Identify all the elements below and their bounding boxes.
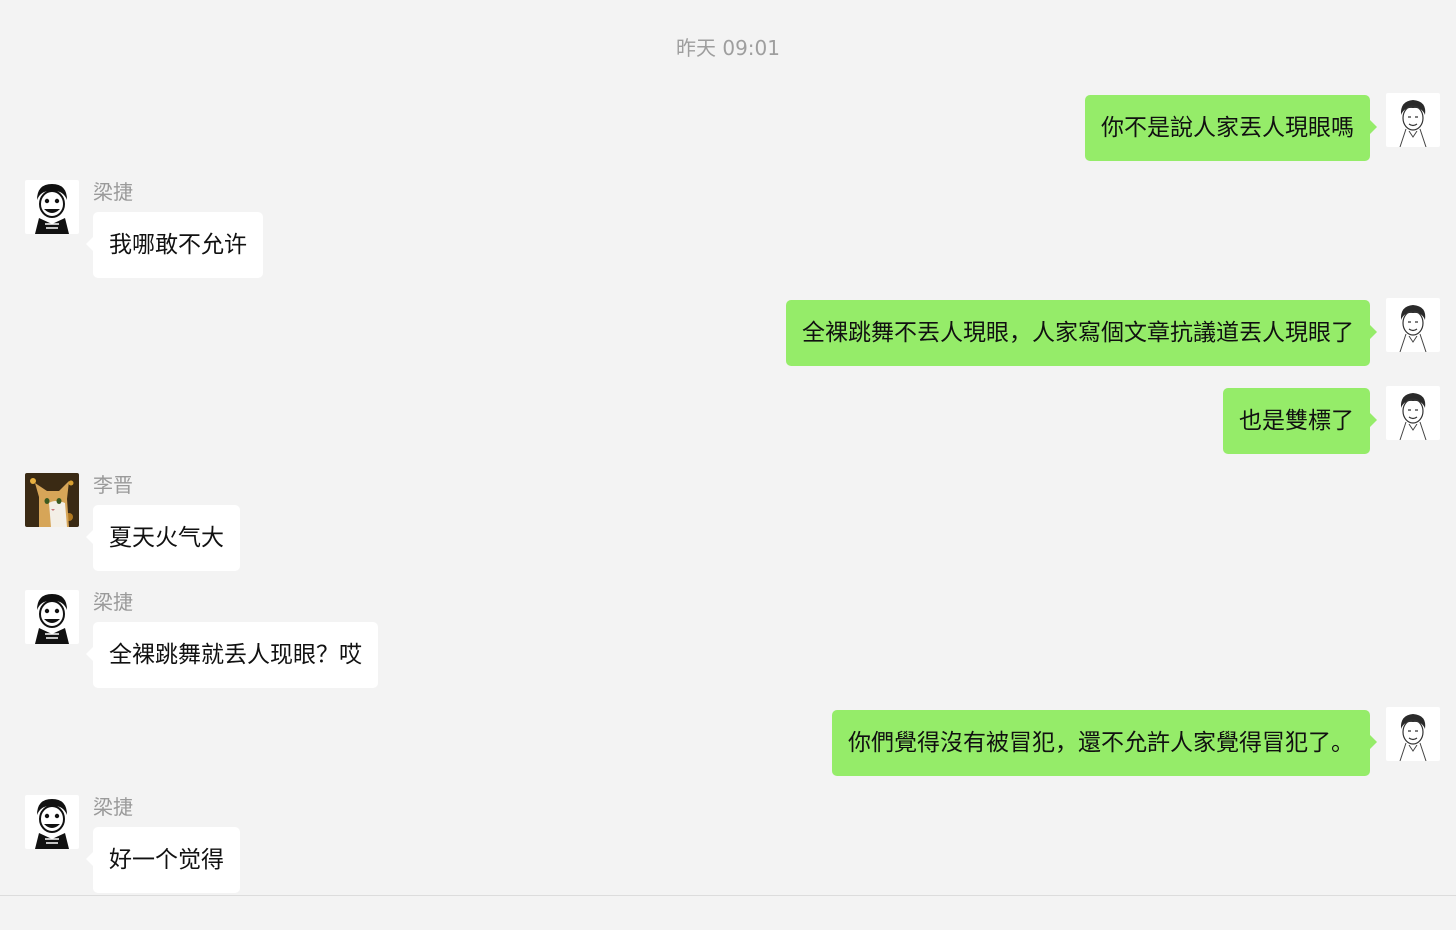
cartoon-man-avatar[interactable] xyxy=(25,590,79,644)
sketch-portrait-avatar[interactable] xyxy=(1386,386,1440,440)
sketch-portrait-avatar[interactable] xyxy=(1386,93,1440,147)
outgoing-message-bubble[interactable]: 你不是說人家丟人現眼嗎 xyxy=(1085,95,1377,161)
sender-name: 梁捷 xyxy=(93,795,133,819)
cat-photo-avatar[interactable] xyxy=(25,473,79,527)
outgoing-message-bubble[interactable]: 你們覺得沒有被冒犯，還不允許人家覺得冒犯了。 xyxy=(832,710,1377,776)
input-area-divider xyxy=(0,895,1456,930)
sender-name: 梁捷 xyxy=(93,590,133,614)
incoming-message-bubble[interactable]: 全裸跳舞就丢人现眼？哎 xyxy=(86,622,378,688)
chat-timestamp: 昨天 09:01 xyxy=(676,36,780,60)
outgoing-message-bubble[interactable]: 也是雙標了 xyxy=(1223,388,1377,454)
sketch-portrait-avatar[interactable] xyxy=(1386,707,1440,761)
cartoon-man-avatar[interactable] xyxy=(25,795,79,849)
outgoing-message-bubble[interactable]: 全裸跳舞不丟人現眼，人家寫個文章抗議道丟人現眼了 xyxy=(786,300,1377,366)
sketch-portrait-avatar[interactable] xyxy=(1386,298,1440,352)
cartoon-man-avatar[interactable] xyxy=(25,180,79,234)
incoming-message-bubble[interactable]: 我哪敢不允许 xyxy=(86,212,263,278)
incoming-message-bubble[interactable]: 夏天火气大 xyxy=(86,505,240,571)
sender-name: 李晋 xyxy=(93,473,133,497)
incoming-message-bubble[interactable]: 好一个觉得 xyxy=(86,827,240,893)
sender-name: 梁捷 xyxy=(93,180,133,204)
